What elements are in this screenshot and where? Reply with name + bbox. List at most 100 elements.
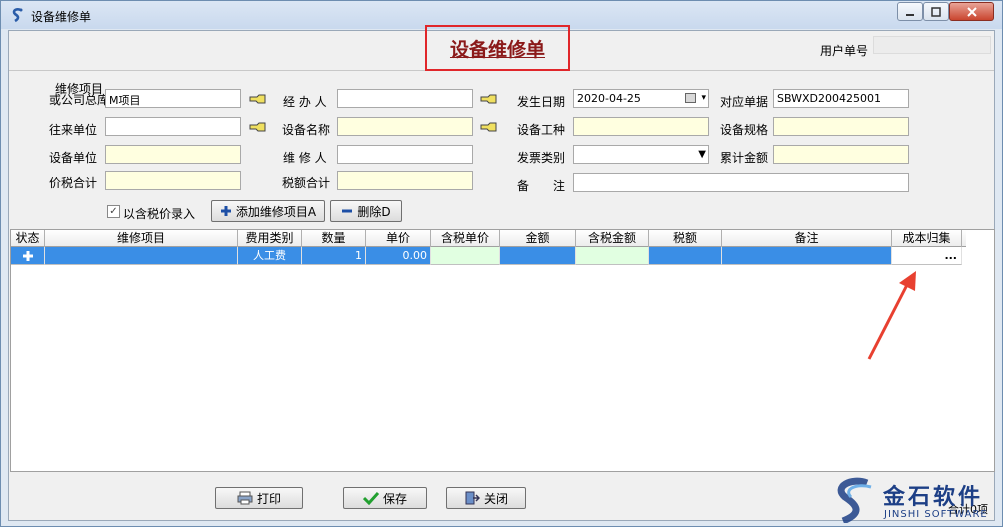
col-cost-collect[interactable]: 成本归集 (892, 230, 962, 247)
col-repair-item[interactable]: 维修项目 (45, 230, 238, 247)
row-tax-amount-cell[interactable] (576, 247, 649, 265)
plus-icon (220, 206, 231, 216)
col-tax-amount[interactable]: 含税金额 (576, 230, 649, 247)
col-remark[interactable]: 备注 (722, 230, 892, 247)
equip-unit-field[interactable] (105, 145, 241, 164)
equip-name-field[interactable] (337, 117, 473, 136)
app-logo-icon (12, 8, 23, 23)
delete-button[interactable]: 删除D (330, 200, 402, 222)
row-cost-collect-cell[interactable]: ... (892, 247, 962, 265)
date-label: 发生日期 (517, 95, 566, 109)
chevron-down-icon[interactable]: ▾ (701, 93, 706, 103)
print-label: 打印 (256, 491, 281, 506)
red-arrow-annotation (867, 271, 916, 360)
save-label: 保存 (382, 491, 407, 506)
logo-english-text: JINSHI SOFTWARE (884, 509, 988, 520)
close-window-button[interactable] (949, 2, 994, 21)
remark-label: 备 注 (517, 179, 566, 193)
ref-no-label: 对应单据 (720, 95, 769, 109)
counterparty-label: 往来单位 (49, 123, 98, 137)
col-tax-unit-price[interactable]: 含税单价 (431, 230, 500, 247)
repair-items-grid[interactable]: 状态 维修项目 费用类别 数量 单价 含税单价 金额 含税金额 税额 备注 成本… (10, 229, 995, 472)
save-button[interactable]: 保存 (343, 487, 427, 509)
add-repair-item-label: 添加维修项目A (235, 204, 317, 219)
repair-item-label-line2: 或公司总库 (49, 93, 110, 107)
maximize-icon (931, 6, 941, 17)
hand-pick-icon[interactable] (480, 121, 498, 133)
remark-field[interactable] (573, 173, 909, 192)
user-no-field[interactable] (873, 36, 991, 54)
row-unit-price-cell[interactable]: 0.00 (366, 247, 431, 265)
form-header: 设备维修单 用户单号 (9, 25, 994, 71)
ref-no-field[interactable]: SBWXD200425001 (773, 89, 909, 108)
equip-name-label: 设备名称 (282, 123, 331, 137)
row-amount-cell[interactable] (500, 247, 576, 265)
accum-amount-label: 累计金额 (720, 151, 769, 165)
row-tax-cell[interactable] (649, 247, 722, 265)
hand-pick-icon[interactable] (249, 93, 267, 105)
window-title: 设备维修单 (31, 10, 92, 24)
repair-item-label: 维修项目 或公司总库 (49, 83, 110, 107)
minus-icon (342, 209, 353, 213)
date-picker[interactable]: 2020-04-25 ▾ (573, 89, 709, 108)
tax-included-checkbox[interactable]: ✓ (107, 205, 120, 218)
price-tax-total-label: 价税合计 (49, 176, 98, 190)
equip-type-label: 设备工种 (517, 123, 566, 137)
jinshi-logo-watermark: 金石软件 JINSHI SOFTWARE (825, 475, 1003, 525)
exit-door-icon (465, 491, 480, 505)
invoice-type-select[interactable]: ▼ (573, 145, 709, 164)
printer-icon (237, 491, 253, 505)
table-row[interactable]: 人工费 1 0.00 ... (11, 247, 966, 265)
hand-pick-icon[interactable] (249, 121, 267, 133)
maximize-button[interactable] (923, 2, 949, 21)
counterparty-field[interactable] (105, 117, 241, 136)
user-no-label: 用户单号 (820, 44, 869, 58)
col-tax[interactable]: 税额 (649, 230, 722, 247)
repairer-field[interactable] (337, 145, 473, 164)
calendar-icon[interactable] (685, 93, 696, 103)
checkmark-icon (362, 491, 379, 505)
row-qty-cell[interactable]: 1 (302, 247, 366, 265)
form-title-highlight: 设备维修单 (425, 25, 570, 71)
print-button[interactable]: 打印 (215, 487, 303, 509)
repair-order-window: 设备维修单 设备维修单 用户单号 维修项目 或公司总库 M项目 往来单位 设备单 (0, 0, 1003, 527)
jinshi-logo-icon (837, 477, 872, 523)
spec-field[interactable] (773, 117, 909, 136)
row-repair-item-cell[interactable] (45, 247, 238, 265)
handler-field[interactable] (337, 89, 473, 108)
row-remark-cell[interactable] (722, 247, 892, 265)
row-tax-unit-price-cell[interactable] (431, 247, 500, 265)
col-amount[interactable]: 金额 (500, 230, 576, 247)
form-title: 设备维修单 (449, 39, 545, 61)
close-icon (966, 6, 977, 17)
close-button[interactable]: 关闭 (446, 487, 526, 509)
repairer-label: 维 修 人 (283, 151, 327, 165)
plus-icon (22, 251, 33, 261)
col-status[interactable]: 状态 (11, 230, 45, 247)
equip-type-field[interactable] (573, 117, 709, 136)
row-status-cell (11, 247, 45, 265)
col-qty[interactable]: 数量 (302, 230, 366, 247)
equip-unit-label: 设备单位 (49, 151, 98, 165)
hand-pick-icon[interactable] (480, 93, 498, 105)
add-repair-item-button[interactable]: 添加维修项目A (211, 200, 325, 222)
chevron-down-icon[interactable]: ▼ (698, 149, 706, 160)
col-unit-price[interactable]: 单价 (366, 230, 431, 247)
date-value: 2020-04-25 (577, 92, 641, 105)
minimize-icon (906, 13, 914, 16)
handler-label: 经 办 人 (283, 95, 327, 109)
row-fee-type-cell[interactable]: 人工费 (238, 247, 302, 265)
spec-label: 设备规格 (720, 123, 769, 137)
tax-total-label: 税额合计 (282, 176, 331, 190)
grid-header: 状态 维修项目 费用类别 数量 单价 含税单价 金额 含税金额 税额 备注 成本… (11, 230, 966, 247)
minimize-button[interactable] (897, 2, 923, 21)
price-tax-total-field (105, 171, 241, 190)
close-label: 关闭 (483, 491, 508, 506)
logo-chinese-text: 金石软件 (883, 485, 984, 510)
accum-amount-field (773, 145, 909, 164)
tax-included-label: 以含税价录入 (123, 207, 196, 221)
col-fee-type[interactable]: 费用类别 (238, 230, 302, 247)
repair-item-field[interactable]: M项目 (105, 89, 241, 108)
delete-label: 删除D (357, 204, 391, 219)
invoice-type-label: 发票类别 (517, 151, 566, 165)
